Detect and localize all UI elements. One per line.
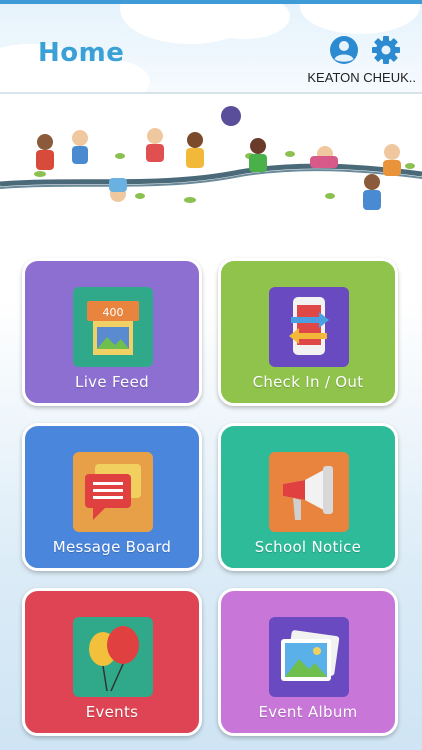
app-header: Home KEATON CHEUK.. [0, 4, 422, 94]
school-notice-label: School Notice [254, 538, 362, 556]
event-album-tile[interactable]: Event Album [218, 588, 398, 736]
phone-transfer-icon [269, 287, 349, 367]
check-in-out-label: Check In / Out [252, 373, 364, 391]
chat-bubbles-icon [73, 452, 153, 532]
live-feed-tile[interactable]: 400 Live Feed [22, 258, 202, 406]
school-notice-tile[interactable]: School Notice [218, 423, 398, 571]
megaphone-icon [269, 452, 349, 532]
counter-value: 400 [103, 306, 124, 319]
photo-album-icon [269, 617, 349, 697]
events-tile[interactable]: Events [22, 588, 202, 736]
page-title: Home [38, 38, 125, 68]
message-board-tile[interactable]: Message Board [22, 423, 202, 571]
gear-icon[interactable] [370, 34, 402, 66]
event-album-label: Event Album [258, 703, 358, 721]
film-counter-icon: 400 [73, 287, 153, 367]
balloons-icon [73, 617, 153, 697]
kids-banner-illustration [0, 96, 422, 226]
account-circle-icon[interactable] [328, 34, 360, 66]
user-name: KEATON CHEUK.. [307, 70, 416, 85]
live-feed-label: Live Feed [75, 373, 149, 391]
check-in-out-tile[interactable]: Check In / Out [218, 258, 398, 406]
message-board-label: Message Board [52, 538, 172, 556]
events-label: Events [85, 703, 139, 721]
